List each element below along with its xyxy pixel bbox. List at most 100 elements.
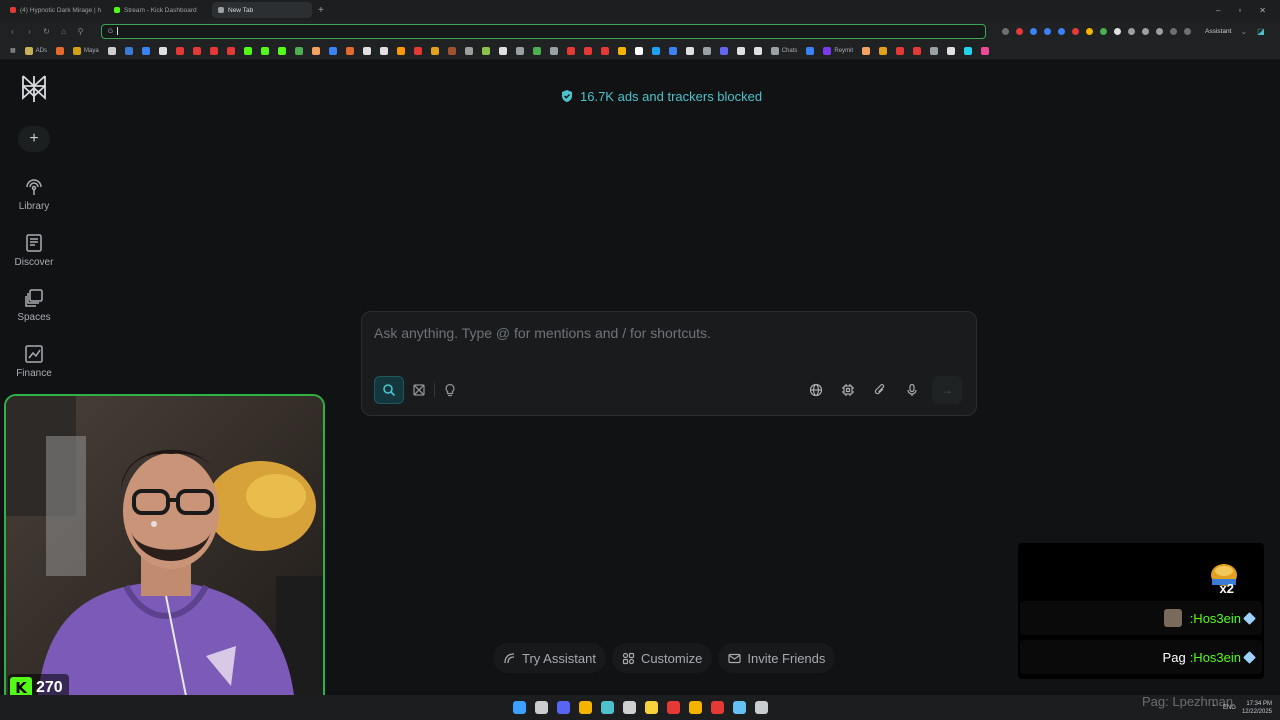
address-bar[interactable]: G bbox=[101, 23, 986, 39]
extension-icon[interactable] bbox=[1086, 27, 1093, 35]
bookmark-item[interactable] bbox=[362, 46, 371, 55]
try-assistant-button[interactable]: Try Assistant bbox=[493, 643, 606, 673]
sidebar-toggle-icon[interactable]: ◪ bbox=[1256, 27, 1265, 36]
assistant-button[interactable]: Assistant bbox=[1205, 28, 1231, 35]
bookmark-item[interactable] bbox=[981, 46, 990, 55]
back-icon[interactable]: ‹ bbox=[8, 27, 17, 36]
bookmark-item[interactable]: ADs bbox=[24, 46, 47, 55]
bookmark-item[interactable] bbox=[260, 46, 269, 55]
bookmark-item[interactable] bbox=[668, 46, 677, 55]
bookmark-item[interactable] bbox=[947, 46, 956, 55]
bookmark-item[interactable] bbox=[753, 46, 762, 55]
bookmark-item[interactable] bbox=[498, 46, 507, 55]
bookmark-item[interactable] bbox=[192, 46, 201, 55]
customize-button[interactable]: Customize bbox=[611, 643, 713, 673]
bookmark-item[interactable] bbox=[107, 46, 116, 55]
bookmark-item[interactable] bbox=[396, 46, 405, 55]
new-tab-button[interactable]: + bbox=[318, 5, 324, 16]
bookmark-item[interactable] bbox=[345, 46, 354, 55]
attach-button[interactable] bbox=[868, 376, 892, 404]
perplexity-browser-icon[interactable] bbox=[600, 701, 614, 714]
bookmark-item[interactable] bbox=[158, 46, 167, 55]
search-mode-button[interactable] bbox=[374, 376, 404, 404]
task-view-icon[interactable] bbox=[534, 701, 548, 714]
bookmark-item[interactable] bbox=[617, 46, 626, 55]
bookmark-item[interactable] bbox=[447, 46, 456, 55]
maximize-icon[interactable]: ▫ bbox=[1238, 6, 1241, 15]
bookmark-item[interactable] bbox=[634, 46, 643, 55]
bookmark-item[interactable] bbox=[294, 46, 303, 55]
bookmark-item[interactable] bbox=[702, 46, 711, 55]
extension-icon[interactable] bbox=[1128, 27, 1135, 35]
submit-button[interactable]: → bbox=[932, 376, 962, 404]
ask-box[interactable]: Ask anything. Type @ for mentions and / … bbox=[361, 311, 977, 416]
bookmark-item[interactable]: Chats bbox=[770, 46, 797, 55]
extension-icon[interactable] bbox=[1170, 27, 1177, 35]
bookmark-item[interactable] bbox=[964, 46, 973, 55]
bookmark-item[interactable] bbox=[651, 46, 660, 55]
source-selector-button[interactable] bbox=[804, 376, 828, 404]
extension-icon[interactable] bbox=[1142, 27, 1149, 35]
bookmark-item[interactable] bbox=[226, 46, 235, 55]
extension-icon[interactable] bbox=[1184, 27, 1191, 35]
bookmark-item[interactable] bbox=[56, 46, 65, 55]
sidebar-item-library[interactable]: Library bbox=[0, 177, 68, 212]
extension-icon[interactable] bbox=[1072, 27, 1079, 35]
browser-tab[interactable]: (4) Hypnotic Dark Mirage | h bbox=[4, 2, 104, 18]
bookmark-item[interactable] bbox=[481, 46, 490, 55]
labs-mode-button[interactable] bbox=[435, 376, 465, 404]
media-player-icon[interactable] bbox=[666, 701, 680, 714]
extension-icon[interactable] bbox=[1002, 27, 1009, 35]
bookmark-item[interactable]: Maya bbox=[73, 46, 99, 55]
bookmark-item[interactable] bbox=[515, 46, 524, 55]
bookmark-item[interactable] bbox=[879, 46, 888, 55]
home-icon[interactable]: ⌂ bbox=[59, 27, 68, 36]
app-icon[interactable] bbox=[710, 701, 724, 714]
extension-icon[interactable] bbox=[1156, 27, 1163, 35]
app-icon[interactable] bbox=[578, 701, 592, 714]
voice-input-button[interactable] bbox=[900, 376, 924, 404]
bookmark-item[interactable] bbox=[930, 46, 939, 55]
bookmark-item[interactable] bbox=[175, 46, 184, 55]
bookmark-item[interactable] bbox=[719, 46, 728, 55]
ads-blocked-banner[interactable]: 16.7K ads and trackers blocked bbox=[560, 84, 762, 108]
bookmark-item[interactable] bbox=[124, 46, 133, 55]
bookmark-item[interactable] bbox=[736, 46, 745, 55]
sidebar-item-finance[interactable]: Finance bbox=[0, 344, 68, 379]
forward-icon[interactable]: › bbox=[25, 27, 34, 36]
bookmark-item[interactable] bbox=[806, 46, 815, 55]
bookmark-item[interactable] bbox=[583, 46, 592, 55]
reload-icon[interactable]: ↻ bbox=[42, 27, 51, 36]
bookmark-item[interactable] bbox=[311, 46, 320, 55]
invite-friends-button[interactable]: Invite Friends bbox=[718, 643, 836, 673]
bookmark-item[interactable] bbox=[328, 46, 337, 55]
perplexity-logo[interactable] bbox=[20, 74, 48, 104]
bookmark-item[interactable] bbox=[685, 46, 694, 55]
extension-icon[interactable] bbox=[1016, 27, 1023, 35]
browser-tab[interactable]: New Tab bbox=[212, 2, 312, 18]
close-icon[interactable]: ✕ bbox=[1259, 6, 1266, 15]
obs-icon[interactable] bbox=[622, 701, 636, 714]
bookmark-item[interactable] bbox=[549, 46, 558, 55]
sticky-notes-icon[interactable] bbox=[644, 701, 658, 714]
extension-icon[interactable] bbox=[1100, 27, 1107, 35]
bookmark-item[interactable] bbox=[600, 46, 609, 55]
extension-icon[interactable] bbox=[1044, 27, 1051, 35]
apps-grid-icon[interactable]: ▦ bbox=[10, 47, 16, 54]
bookmark-item[interactable] bbox=[464, 46, 473, 55]
discord-icon[interactable] bbox=[556, 701, 570, 714]
clock[interactable]: 17:34 PM 12/22/2025 bbox=[1242, 700, 1272, 716]
extension-icon[interactable] bbox=[1114, 27, 1121, 35]
bookmark-item[interactable] bbox=[243, 46, 252, 55]
research-mode-button[interactable] bbox=[404, 376, 434, 404]
bookmark-item[interactable] bbox=[141, 46, 150, 55]
bookmark-item[interactable] bbox=[209, 46, 218, 55]
extension-pin-icon[interactable]: ⚲ bbox=[76, 27, 85, 36]
browser-tab[interactable]: Stream - Kick Dashboard bbox=[108, 2, 208, 18]
bookmark-item[interactable] bbox=[277, 46, 286, 55]
bookmark-item[interactable] bbox=[379, 46, 388, 55]
terminal-icon[interactable] bbox=[754, 701, 768, 714]
model-selector-button[interactable] bbox=[836, 376, 860, 404]
bookmark-item[interactable] bbox=[896, 46, 905, 55]
chevron-down-icon[interactable]: ⌄ bbox=[1239, 27, 1248, 36]
